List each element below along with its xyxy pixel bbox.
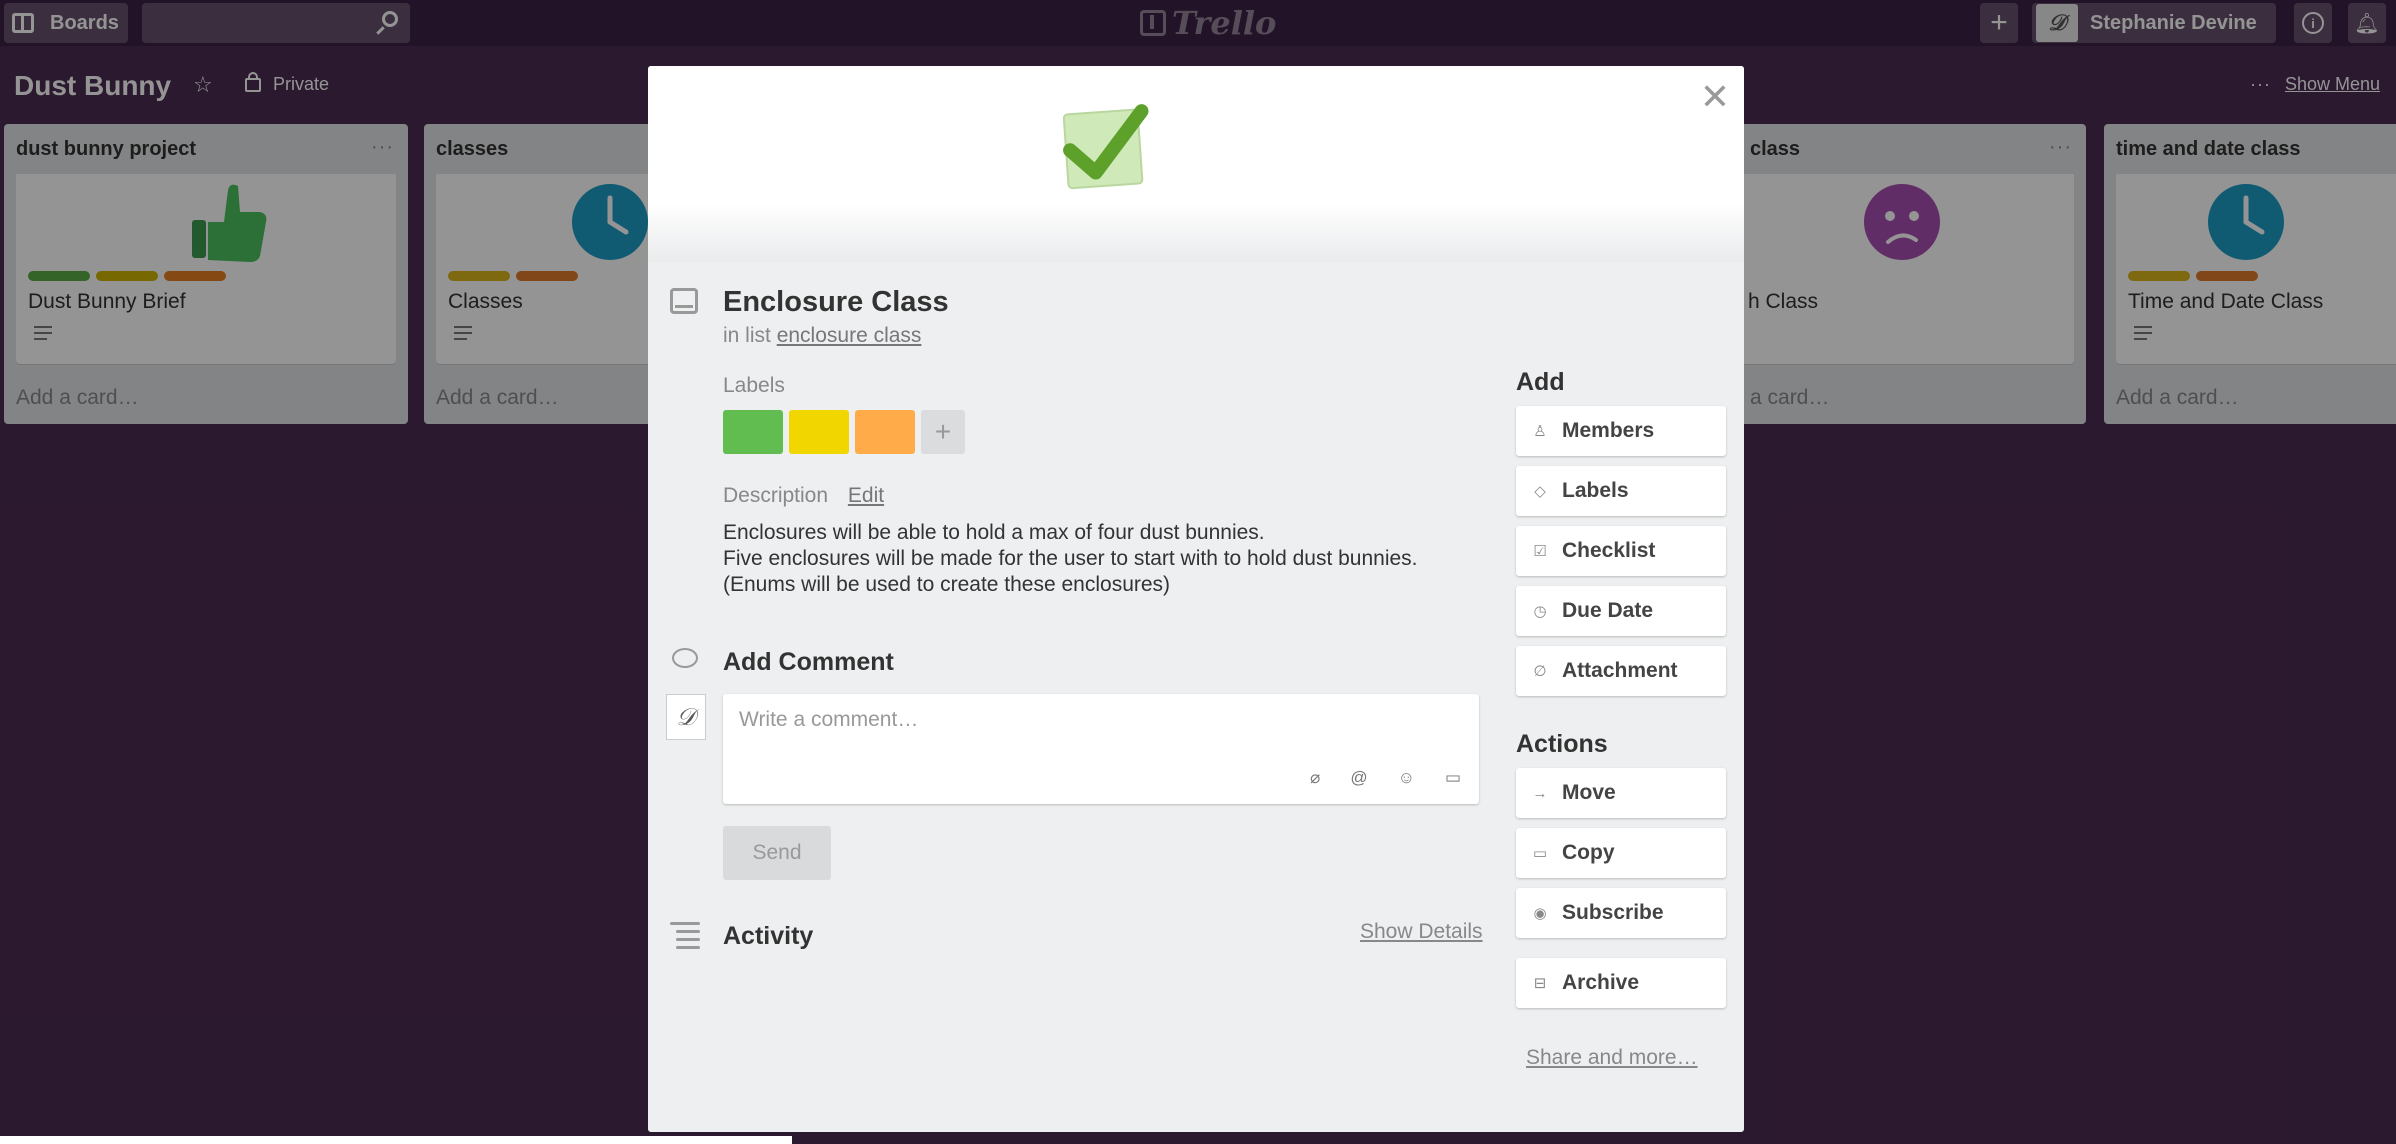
card-detail-modal: ✕ Enclosure Class in list enclosure clas… xyxy=(648,66,1744,1132)
labels-button[interactable]: ◇ Labels xyxy=(1516,466,1726,516)
paperclip-icon: ∅ xyxy=(1533,663,1547,680)
close-icon[interactable]: ✕ xyxy=(1700,76,1730,118)
in-list-prefix: in list xyxy=(723,324,771,347)
attachment-button[interactable]: ∅ Attachment xyxy=(1516,646,1726,696)
members-button[interactable]: ♙ Members xyxy=(1516,406,1726,456)
person-icon: ♙ xyxy=(1533,423,1547,440)
checkmark-icon xyxy=(1062,104,1149,190)
arrow-right-icon: → xyxy=(1532,784,1548,802)
card-link-icon[interactable]: ▭ xyxy=(1445,768,1461,788)
archive-button[interactable]: ⊟ Archive xyxy=(1516,958,1726,1008)
card-icon xyxy=(670,288,698,314)
description-header: Description Edit xyxy=(723,484,884,508)
label-green[interactable] xyxy=(723,410,783,454)
description-line: (Enums will be used to create these encl… xyxy=(723,573,1171,596)
card-cover xyxy=(648,66,1744,262)
mention-icon[interactable]: @ xyxy=(1350,768,1367,788)
card-labels: + xyxy=(723,410,965,454)
speech-bubble-icon xyxy=(672,648,698,668)
comment-toolbar: ⌀ @ ☺ ▭ xyxy=(1310,768,1461,788)
labels-heading: Labels xyxy=(723,374,785,397)
card-icon: ▭ xyxy=(1532,845,1548,862)
in-list-text: in list enclosure class xyxy=(723,324,921,348)
description-text[interactable]: Enclosures will be able to hold a max of… xyxy=(723,520,1418,598)
copy-button[interactable]: ▭ Copy xyxy=(1516,828,1726,878)
card-title[interactable]: Enclosure Class xyxy=(723,286,949,319)
bottom-strip xyxy=(0,1136,792,1144)
move-button[interactable]: → Move xyxy=(1516,768,1726,818)
copy-label: Copy xyxy=(1562,841,1615,864)
attachment-label: Attachment xyxy=(1562,659,1678,682)
clock-icon: ◷ xyxy=(1533,603,1547,620)
comment-box: ⌀ @ ☺ ▭ xyxy=(723,694,1479,804)
share-and-more-link[interactable]: Share and more… xyxy=(1526,1046,1698,1070)
show-details-link[interactable]: Show Details xyxy=(1360,920,1483,944)
list-name-link[interactable]: enclosure class xyxy=(777,324,922,347)
archive-icon: ⊟ xyxy=(1533,975,1547,992)
add-comment-heading: Add Comment xyxy=(723,648,894,676)
due-date-button[interactable]: ◷ Due Date xyxy=(1516,586,1726,636)
label-yellow[interactable] xyxy=(789,410,849,454)
archive-label: Archive xyxy=(1562,971,1640,994)
activity-icon xyxy=(670,922,700,954)
eye-icon: ◉ xyxy=(1533,905,1547,922)
edit-description-link[interactable]: Edit xyxy=(848,484,884,507)
comment-input[interactable] xyxy=(723,694,1479,764)
labels-label: Labels xyxy=(1562,479,1629,502)
members-label: Members xyxy=(1562,419,1655,442)
checklist-button[interactable]: ☑ Checklist xyxy=(1516,526,1726,576)
add-label-button[interactable]: + xyxy=(921,410,965,454)
description-line: Enclosures will be able to hold a max of… xyxy=(723,521,1265,544)
checkbox-icon: ☑ xyxy=(1533,543,1547,560)
description-heading: Description xyxy=(723,484,829,507)
send-button[interactable]: Send xyxy=(723,826,831,880)
checklist-label: Checklist xyxy=(1562,539,1656,562)
actions-heading: Actions xyxy=(1516,730,1608,758)
activity-heading: Activity xyxy=(723,922,814,950)
label-orange[interactable] xyxy=(855,410,915,454)
due-date-label: Due Date xyxy=(1562,599,1654,622)
avatar: 𝒟 xyxy=(666,694,706,740)
description-line: Five enclosures will be made for the use… xyxy=(723,547,1418,570)
paperclip-icon[interactable]: ⌀ xyxy=(1310,768,1320,788)
subscribe-label: Subscribe xyxy=(1562,901,1664,924)
subscribe-button[interactable]: ◉ Subscribe xyxy=(1516,888,1726,938)
move-label: Move xyxy=(1562,781,1616,804)
tag-icon: ◇ xyxy=(1534,483,1546,500)
add-heading: Add xyxy=(1516,368,1565,396)
emoji-icon[interactable]: ☺ xyxy=(1398,768,1415,788)
